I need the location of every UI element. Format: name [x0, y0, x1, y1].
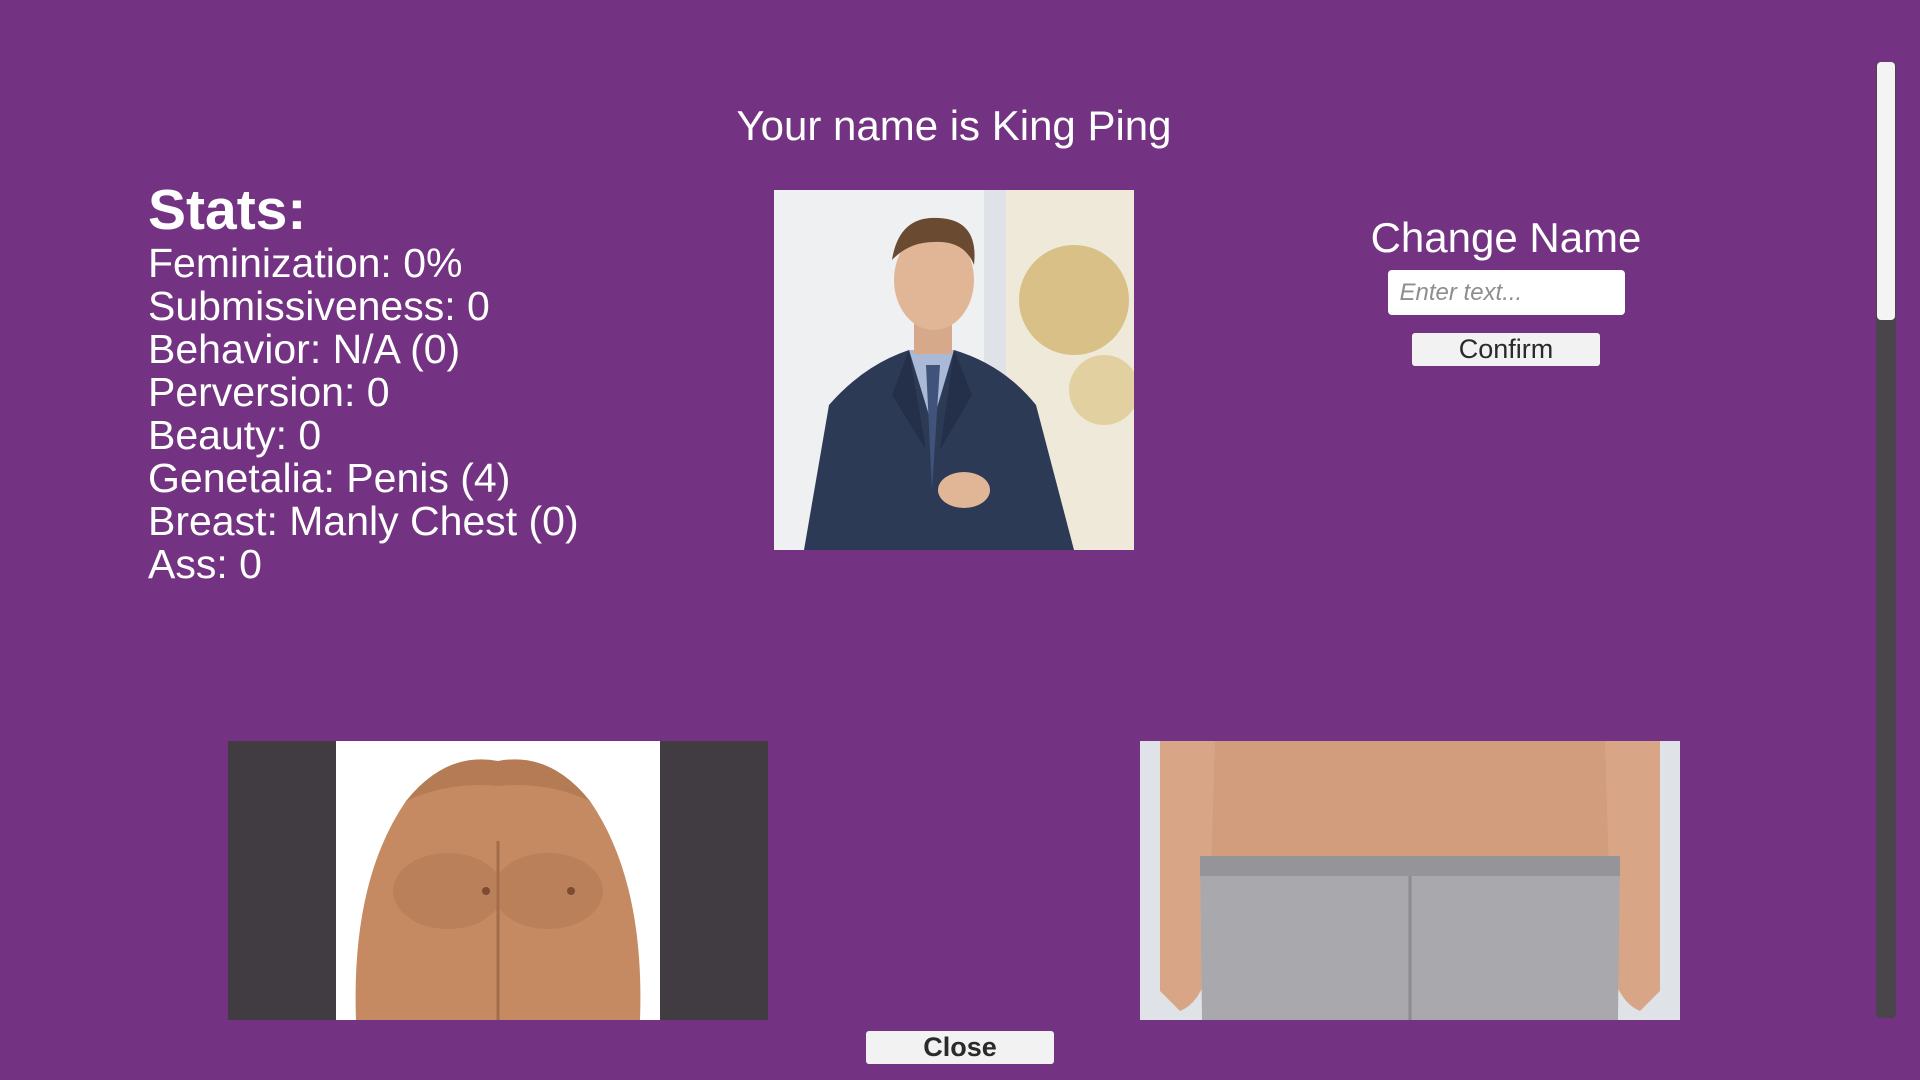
stat-genetalia: Genetalia: Penis (4)	[148, 455, 511, 501]
stat-ass: Ass: 0	[148, 541, 262, 587]
change-name-title: Change Name	[1370, 214, 1642, 261]
stat-perversion: Perversion: 0	[148, 369, 390, 415]
stats-screen: Your name is King Ping Stats: Feminizati…	[0, 0, 1920, 1080]
scrollbar-thumb[interactable]	[1877, 62, 1895, 320]
man-in-suit-illustration	[774, 190, 1134, 550]
character-portrait-image	[774, 190, 1134, 550]
ass-image-panel	[1140, 741, 1680, 1020]
confirm-button[interactable]: Confirm	[1412, 333, 1600, 366]
stat-behavior: Behavior: N/A (0)	[148, 326, 461, 372]
page-title: Your name is King Ping	[736, 102, 1172, 149]
stat-beauty: Beauty: 0	[148, 412, 322, 458]
chest-image-panel	[228, 741, 768, 1020]
stat-feminization: Feminization: 0%	[148, 240, 463, 286]
close-button[interactable]: Close	[866, 1031, 1054, 1064]
bare-chest-illustration	[336, 741, 660, 1020]
stat-submissiveness: Submissiveness: 0	[148, 283, 490, 329]
stats-heading: Stats:	[148, 178, 307, 242]
back-underwear-illustration	[1140, 741, 1680, 1020]
stat-breast: Breast: Manly Chest (0)	[148, 498, 579, 544]
chest-image	[336, 741, 660, 1020]
stats-panel: Stats: Feminization: 0% Submissiveness: …	[148, 178, 708, 586]
name-input[interactable]	[1387, 270, 1625, 315]
vertical-scrollbar[interactable]	[1876, 62, 1896, 1018]
change-name-panel: Change Name Confirm	[1300, 210, 1712, 366]
